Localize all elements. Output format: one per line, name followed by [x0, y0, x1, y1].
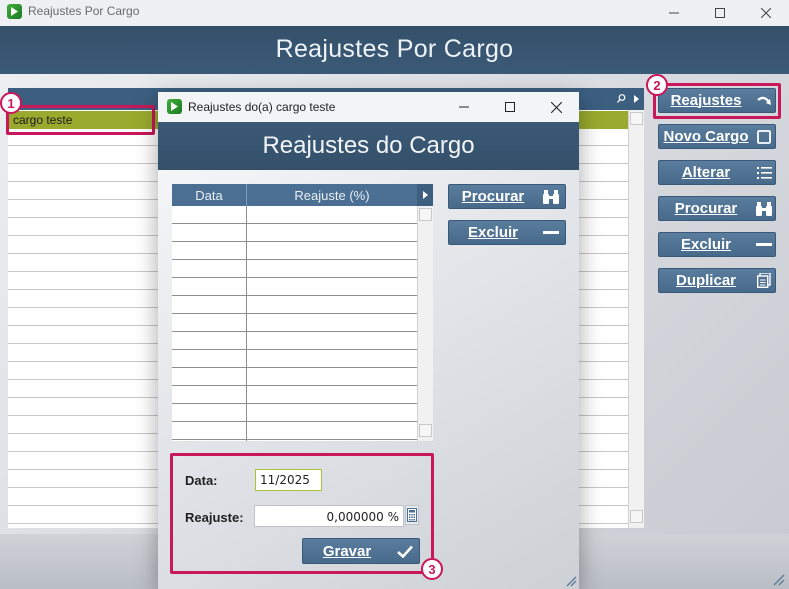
dialog-titlebar: Reajustes do(a) cargo teste	[158, 92, 579, 122]
caret-right-icon	[634, 95, 639, 103]
grid-scrollbar[interactable]	[628, 110, 644, 528]
list-icon	[753, 166, 775, 179]
annotation-box-2	[653, 83, 781, 119]
duplicar-button-label: Duplicar	[675, 272, 736, 289]
dialog-minimize-button[interactable]	[441, 94, 487, 120]
novo-cargo-button[interactable]: Novo Cargo	[658, 124, 776, 149]
close-icon	[550, 101, 562, 113]
dialog-maximize-button[interactable]	[487, 94, 533, 120]
novo-cargo-button-label: Novo Cargo	[663, 128, 749, 145]
square-icon	[753, 129, 775, 144]
binoculars-icon	[753, 201, 775, 216]
resize-grip-icon[interactable]	[773, 574, 785, 586]
minimize-icon	[459, 106, 469, 108]
grid-column-menu-button[interactable]	[628, 88, 644, 110]
reajustes-dialog: Reajustes do(a) cargo teste Reajustes do…	[158, 92, 579, 589]
annotation-badge-1: 1	[0, 92, 22, 114]
annotation-badge-3: 3	[421, 558, 443, 580]
table-column-menu-button[interactable]	[417, 184, 433, 206]
app-logo-icon	[167, 99, 182, 114]
page-title: Reajustes Por Cargo	[275, 35, 514, 63]
copy-icon	[753, 273, 775, 288]
scroll-up-button[interactable]	[630, 112, 643, 125]
window-title: Reajustes Por Cargo	[28, 4, 140, 18]
minimize-button[interactable]	[651, 0, 697, 26]
column-header-reajuste[interactable]: Reajuste (%)	[247, 184, 417, 206]
reajustes-table[interactable]	[172, 206, 417, 441]
minimize-icon	[669, 12, 679, 14]
dialog-header: Reajustes do Cargo	[158, 122, 579, 170]
column-header-data[interactable]: Data	[172, 184, 247, 206]
binoculars-icon	[537, 189, 565, 204]
main-titlebar: Reajustes Por Cargo	[0, 0, 789, 26]
maximize-icon	[505, 102, 515, 112]
close-icon	[761, 8, 771, 18]
annotation-box-1	[6, 105, 155, 135]
excluir-button-label: Excluir	[680, 236, 732, 253]
alterar-button-label: Alterar	[681, 164, 731, 181]
close-button[interactable]	[743, 0, 789, 26]
dialog-excluir-button[interactable]: Excluir	[448, 220, 566, 245]
alterar-button[interactable]: Alterar	[658, 160, 776, 185]
dialog-page-title: Reajustes do Cargo	[262, 132, 475, 159]
table-scrollbar[interactable]	[417, 206, 433, 441]
dialog-title: Reajustes do(a) cargo teste	[188, 100, 336, 114]
reajustes-table-header: Data Reajuste (%)	[172, 184, 417, 206]
app-logo-icon	[7, 4, 22, 19]
excluir-button[interactable]: Excluir	[658, 232, 776, 257]
duplicar-button[interactable]: Duplicar	[658, 268, 776, 293]
dialog-procurar-button[interactable]: Procurar	[448, 184, 566, 209]
minus-icon	[753, 242, 775, 247]
dialog-excluir-label: Excluir	[467, 224, 519, 241]
minus-icon	[537, 230, 565, 235]
annotation-box-3	[170, 453, 434, 574]
procurar-button-label: Procurar	[674, 200, 738, 217]
main-header: Reajustes Por Cargo	[0, 26, 789, 74]
annotation-badge-2: 2	[646, 74, 668, 96]
dialog-procurar-label: Procurar	[461, 188, 525, 205]
scroll-down-button[interactable]	[419, 424, 432, 437]
scroll-up-button[interactable]	[419, 208, 432, 221]
resize-grip-icon[interactable]	[566, 576, 577, 587]
dialog-close-button[interactable]	[533, 94, 579, 120]
maximize-button[interactable]	[697, 0, 743, 26]
search-icon[interactable]	[617, 94, 626, 103]
scroll-down-button[interactable]	[630, 510, 643, 523]
procurar-button[interactable]: Procurar	[658, 196, 776, 221]
caret-right-icon	[423, 191, 428, 199]
maximize-icon	[715, 8, 725, 18]
